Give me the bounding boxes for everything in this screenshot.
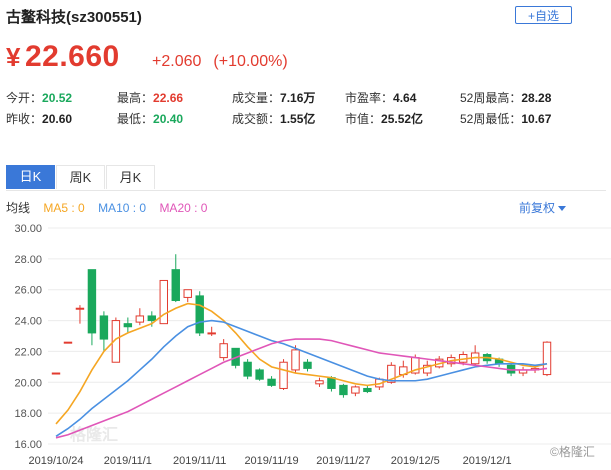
y-tick-label: 28.00	[14, 254, 42, 266]
stat-value: 28.28	[521, 91, 552, 105]
tab-daily-k[interactable]: 日K	[6, 165, 55, 189]
header: 古鳌科技(sz300551) +自选	[0, 0, 611, 30]
y-tick-label: 18.00	[14, 408, 42, 420]
stat-label: 52周最低：	[460, 112, 522, 126]
ma5-legend: MA5 : 0	[43, 201, 85, 215]
x-tick-label: 2019/12/5	[391, 455, 440, 467]
candle-body	[363, 387, 372, 393]
stat-label: 52周最高：	[460, 91, 522, 105]
y-tick-label: 16.00	[14, 439, 42, 451]
candle-body	[243, 361, 252, 377]
candle-body	[135, 315, 145, 323]
x-tick-label: 2019/11/1	[104, 455, 152, 467]
ma10-line	[55, 319, 548, 437]
candle-body	[87, 269, 97, 334]
candle-body	[267, 378, 276, 386]
x-tick-label: 2019/11/27	[316, 455, 370, 467]
currency-symbol: ¥	[6, 42, 21, 72]
candle-body	[279, 361, 288, 389]
x-tick-label: 2019/11/11	[173, 455, 226, 467]
stat-volume: 成交量：7.16万	[232, 89, 315, 106]
adjust-label: 前复权	[519, 201, 556, 215]
period-tabs: 日K 周K 月K	[6, 165, 606, 191]
kline-chart: 30.00 28.00 26.00 24.00 22.00 20.00 18.00 16.00…	[14, 223, 611, 467]
candle-body	[219, 343, 228, 359]
candle-body	[542, 341, 552, 376]
ma-legend: 均线 MA5 : 0 MA10 : 0 MA20 : 0	[6, 199, 217, 216]
stat-52w-high: 52周最高：28.28	[460, 89, 551, 106]
stat-market-cap: 市值：25.52亿	[345, 110, 423, 127]
stat-value: 4.64	[393, 91, 417, 105]
y-tick-label: 26.00	[14, 285, 42, 297]
y-tick-label: 30.00	[14, 223, 42, 235]
watermark: 格隆汇	[70, 425, 118, 444]
stat-open: 今开：20.52	[6, 89, 72, 106]
change-amount: +2.060	[152, 53, 202, 70]
candle-body	[291, 349, 300, 371]
stat-high: 最高：22.66	[117, 89, 183, 106]
x-tick-label: 2019/10/24	[28, 455, 83, 467]
candle-body	[171, 269, 180, 302]
adjust-dropdown[interactable]: 前复权	[519, 199, 567, 216]
stat-value: 22.66	[153, 91, 184, 105]
stat-value: 20.40	[153, 112, 184, 126]
candle-body	[63, 341, 73, 344]
add-to-watchlist-button[interactable]: +自选	[515, 6, 572, 24]
stat-value: 20.60	[42, 112, 73, 126]
y-tick-label: 24.00	[14, 316, 42, 328]
price-value: 22.660	[24, 40, 120, 73]
candle-body	[327, 377, 336, 389]
current-price: ¥22.660	[6, 40, 120, 74]
candle-body	[195, 295, 204, 334]
stat-prev-close: 昨收：20.60	[6, 110, 72, 127]
stat-label: 昨收：	[6, 112, 43, 126]
candle-body	[75, 307, 85, 310]
stat-label: 最低：	[117, 112, 154, 126]
candle-body	[315, 380, 324, 385]
stat-label: 成交量：	[232, 91, 281, 105]
stat-label: 最高：	[117, 91, 154, 105]
candle-body	[255, 369, 264, 380]
stock-title: 古鳌科技(sz300551)	[6, 9, 142, 26]
stat-low: 最低：20.40	[117, 110, 183, 127]
stat-label: 市值：	[345, 112, 382, 126]
x-tick-label: 2019/12/1	[463, 455, 512, 467]
price-change: +2.060 (+10.00%)	[152, 53, 288, 71]
candle-body	[351, 386, 360, 394]
tab-weekly-k[interactable]: 周K	[56, 165, 105, 189]
ma-label: 均线	[6, 201, 31, 215]
stat-value: 1.55亿	[280, 112, 316, 126]
stat-label: 市盈率：	[345, 91, 394, 105]
x-tick-label: 2019/11/19	[244, 455, 298, 467]
stat-value: 10.67	[521, 112, 552, 126]
candle-body	[147, 315, 157, 322]
chevron-down-icon	[558, 206, 567, 212]
change-percent: (+10.00%)	[213, 53, 288, 70]
ma20-legend: MA20 : 0	[159, 201, 208, 215]
stat-value: 20.52	[42, 91, 73, 105]
candle-body	[183, 289, 192, 298]
stat-52w-low: 52周最低：10.67	[460, 110, 551, 127]
y-tick-label: 20.00	[14, 377, 42, 389]
stat-label: 今开：	[6, 91, 43, 105]
tab-monthly-k[interactable]: 月K	[106, 165, 155, 189]
candle-body	[207, 332, 216, 335]
candle-body	[303, 361, 312, 369]
y-tick-label: 22.00	[14, 346, 42, 358]
candle-body	[51, 372, 61, 375]
stat-pe: 市盈率：4.64	[345, 89, 416, 106]
ma10-legend: MA10 : 0	[98, 201, 147, 215]
candle-body	[99, 315, 109, 340]
stat-value: 25.52亿	[381, 112, 424, 126]
candle-body	[123, 323, 133, 328]
stat-value: 7.16万	[280, 91, 316, 105]
stat-label: 成交额：	[232, 112, 281, 126]
candle-body	[339, 384, 348, 396]
stat-turnover: 成交额：1.55亿	[232, 110, 315, 127]
watermark-corner: ©格隆汇	[550, 444, 595, 459]
